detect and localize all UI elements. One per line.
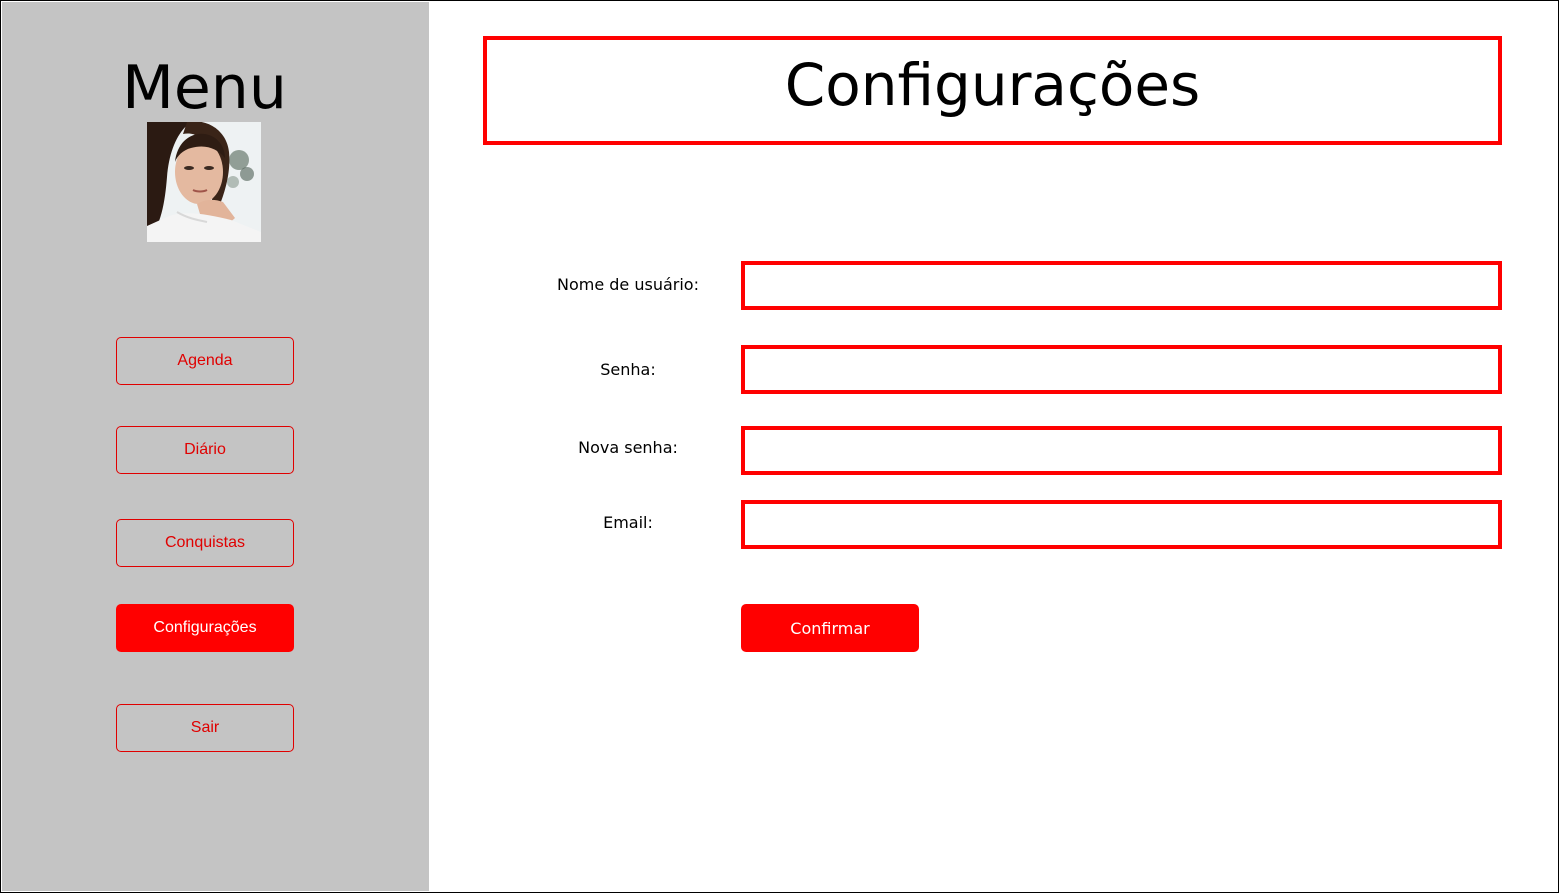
nav-button-diario[interactable]: Diário — [116, 426, 294, 474]
new-password-label: Nova senha: — [578, 438, 678, 457]
password-label: Senha: — [600, 360, 656, 379]
page-title-box: Configurações — [483, 36, 1502, 145]
nav-button-conquistas[interactable]: Conquistas — [116, 519, 294, 567]
sidebar: Menu Agenda Diário Conquistas Configuraç… — [2, 2, 429, 891]
email-label: Email: — [603, 513, 653, 532]
nav-button-sair[interactable]: Sair — [116, 704, 294, 752]
email-input[interactable] — [741, 500, 1502, 549]
username-input[interactable] — [741, 261, 1502, 310]
new-password-input[interactable] — [741, 426, 1502, 475]
confirm-button[interactable]: Confirmar — [741, 604, 919, 652]
nav-button-configuracoes[interactable]: Configurações — [116, 604, 294, 652]
app-window: Menu Agenda Diário Conquistas Configuraç… — [0, 0, 1559, 893]
avatar-photo — [147, 122, 261, 242]
avatar — [147, 122, 261, 242]
menu-title: Menu — [122, 53, 287, 123]
nav-button-agenda[interactable]: Agenda — [116, 337, 294, 385]
username-label: Nome de usuário: — [557, 275, 699, 294]
page-title: Configurações — [784, 50, 1201, 119]
password-input[interactable] — [741, 345, 1502, 394]
